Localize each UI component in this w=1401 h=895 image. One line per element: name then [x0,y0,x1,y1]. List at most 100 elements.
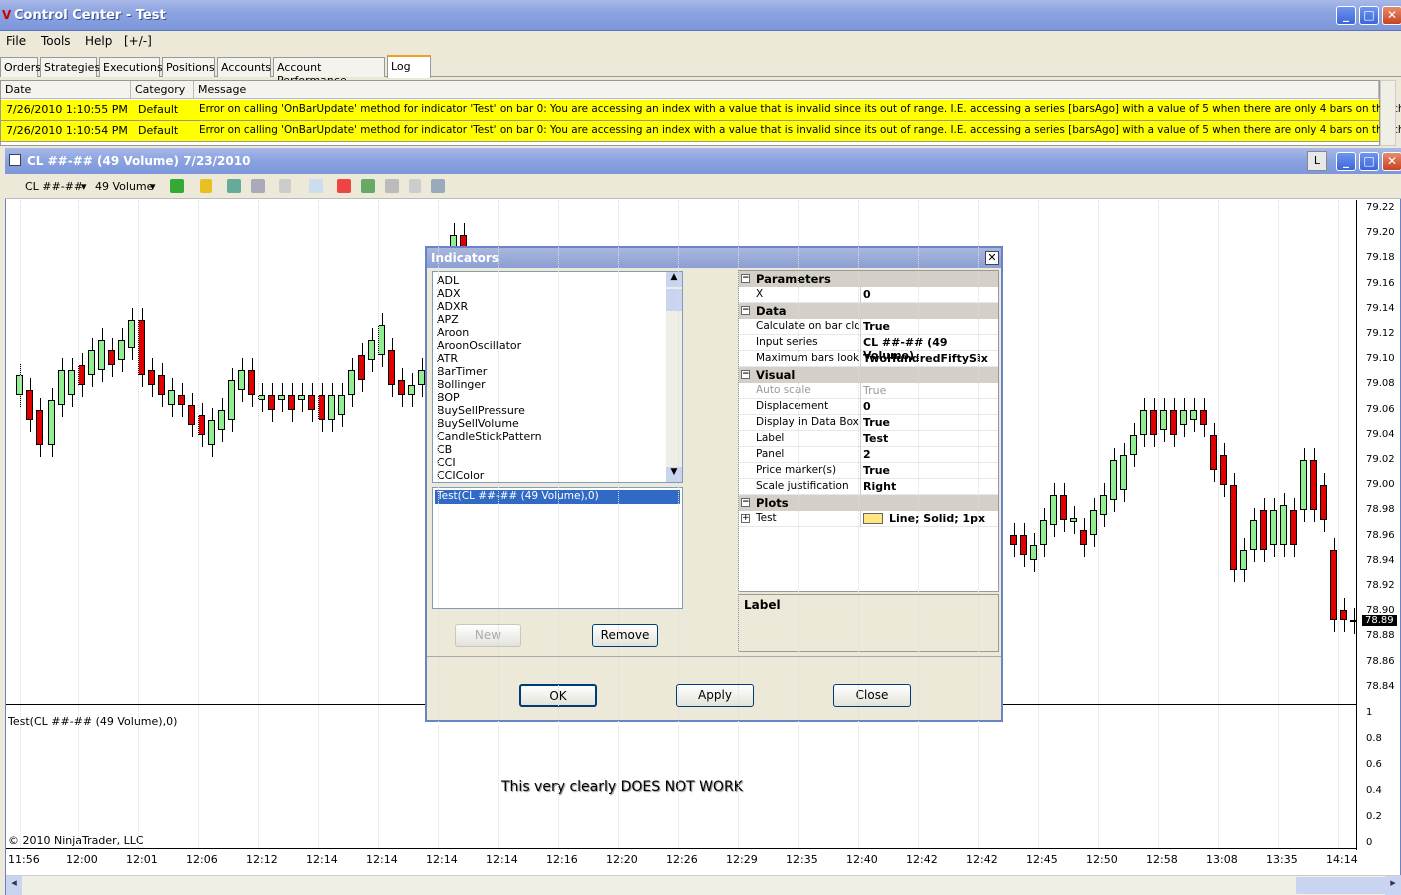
property-row-scalej[interactable]: Scale justification Right [739,479,998,495]
expand-icon[interactable]: + [741,514,750,523]
chart-maximize-button[interactable]: □ [1359,152,1379,171]
tab-executions[interactable]: Executions [99,57,163,77]
section-data[interactable]: − Data [739,303,998,319]
property-value[interactable]: 0 [863,288,871,301]
indicator-list-item[interactable]: CCI [437,456,456,469]
plot-color-swatch-icon[interactable] [863,513,883,524]
scroll-thumb[interactable] [1296,877,1386,894]
property-row-disp[interactable]: Displacement 0 [739,399,998,415]
tab-accounts[interactable]: Accounts [217,57,271,77]
indicator-list-item[interactable]: APZ [437,313,459,326]
scroll-left-icon[interactable]: ◂ [6,876,22,895]
scroll-down-icon[interactable]: ▼ [666,467,682,482]
candlestick-style-icon[interactable] [170,179,184,193]
new-button[interactable]: New [455,624,521,647]
property-row-pricemarker[interactable]: Price marker(s) True [739,463,998,479]
zoom-out-icon[interactable] [251,179,265,193]
property-value[interactable]: Test [863,432,888,445]
property-row-input[interactable]: Input series CL ##-## (49 Volume) [739,335,998,362]
log-header-date[interactable]: Date [1,81,131,99]
indicator-list-scrollbar[interactable]: ▲ ▼ [666,272,682,482]
strategies-icon[interactable] [337,179,351,193]
indicator-list-item[interactable]: ADL [437,274,459,287]
data-box-icon[interactable] [309,179,323,193]
property-row-calc[interactable]: Calculate on bar close True [739,319,998,335]
indicator-list-item[interactable]: Bollinger [437,378,486,391]
property-value[interactable]: TwoHundredFiftySix [863,352,988,365]
indicator-list-item[interactable]: CandleStickPattern [437,430,542,443]
indicator-list-item[interactable]: BOP [437,391,460,404]
chart-scrollbar[interactable]: ◂ ▸ [6,875,1401,895]
chart-close-button[interactable]: ✕ [1382,152,1401,171]
property-row-maxbars[interactable]: Maximum bars look back TwoHundredFiftySix [739,351,998,367]
scroll-right-icon[interactable]: ▸ [1385,876,1401,895]
property-value[interactable]: Right [863,480,896,493]
indicators-icon[interactable] [361,179,375,193]
indicator-list-item[interactable]: BarTimer [437,365,487,378]
instrument-dropdown-icon[interactable]: ▾ [81,180,87,193]
period-selector[interactable]: 49 Volume [95,180,153,193]
zoom-in-icon[interactable] [227,179,241,193]
property-value[interactable]: 2 [863,448,871,461]
indicator-list-item[interactable]: AroonOscillator [437,339,521,352]
property-value[interactable]: True [863,384,886,397]
log-scrollbar[interactable] [1380,80,1396,146]
dialog-close-icon[interactable]: ✕ [985,251,999,265]
scroll-up-icon[interactable]: ▲ [666,272,682,287]
menu-tools[interactable]: Tools [41,34,71,48]
property-row-label[interactable]: Label Test [739,431,998,447]
chart-trader-icon[interactable] [409,179,421,193]
chart-properties-icon[interactable] [385,179,399,193]
indicator-list-item[interactable]: CCIColor [437,469,484,482]
section-parameters[interactable]: − Parameters [739,271,998,287]
tab-positions[interactable]: Positions [162,57,215,77]
period-dropdown-icon[interactable]: ▾ [150,180,156,193]
property-row-autoscale[interactable]: Auto scale True [739,383,998,399]
chart-link-button[interactable]: L [1307,151,1327,171]
remove-button[interactable]: Remove [592,624,658,647]
tab-strategies[interactable]: Strategies [40,57,100,77]
log-header-message[interactable]: Message [194,81,1379,99]
property-value[interactable]: 0 [863,400,871,413]
dialog-close-button[interactable]: Close [833,684,911,707]
pointer-icon[interactable] [279,179,291,193]
indicator-list-item[interactable]: BuySellVolume [437,417,519,430]
indicator-list-item[interactable]: ADXR [437,300,468,313]
menu-toggle[interactable]: [+/-] [124,34,152,48]
property-row-x[interactable]: X0 [739,287,998,303]
collapse-icon[interactable]: − [741,370,750,379]
property-value[interactable]: True [863,320,890,333]
drawing-tool-icon[interactable] [200,179,212,193]
menu-file[interactable]: File [6,34,26,48]
property-row-plot[interactable]: Test Line; Solid; 1px + [739,511,998,527]
property-value[interactable]: Line; Solid; 1px [889,512,985,525]
log-header-category[interactable]: Category [131,81,194,99]
collapse-icon[interactable]: − [741,498,750,507]
close-button[interactable]: ✕ [1382,6,1401,25]
minimize-button[interactable]: _ [1336,6,1356,25]
property-row-databox[interactable]: Display in Data Box True [739,415,998,431]
tabs-icon[interactable] [431,179,445,193]
collapse-icon[interactable]: − [741,274,750,283]
indicator-list-item[interactable]: BuySellPressure [437,404,525,417]
tab-account-performance[interactable]: Account Performance [273,57,385,87]
log-row[interactable]: 7/26/2010 1:10:54 PM Default Error on ca… [1,121,1401,142]
indicator-list-item[interactable]: CB [437,443,452,456]
section-plots[interactable]: − Plots [739,495,998,511]
collapse-icon[interactable]: − [741,306,750,315]
section-visual[interactable]: − Visual [739,367,998,383]
chart-minimize-button[interactable]: _ [1336,152,1356,171]
menu-help[interactable]: Help [85,34,112,48]
indicator-list-item[interactable]: ADX [437,287,461,300]
log-row[interactable]: 7/26/2010 1:10:55 PM Default Error on ca… [1,100,1401,121]
scroll-thumb[interactable] [666,289,682,311]
tab-log[interactable]: Log [387,55,431,78]
tab-orders[interactable]: Orders [0,57,41,77]
indicator-list-item[interactable]: ATR [437,352,458,365]
indicator-list-item[interactable]: Aroon [437,326,469,339]
property-value[interactable]: True [863,416,890,429]
property-row-panel[interactable]: Panel 2 [739,447,998,463]
property-value[interactable]: True [863,464,890,477]
maximize-button[interactable]: □ [1359,6,1379,25]
apply-button[interactable]: Apply [676,684,754,707]
